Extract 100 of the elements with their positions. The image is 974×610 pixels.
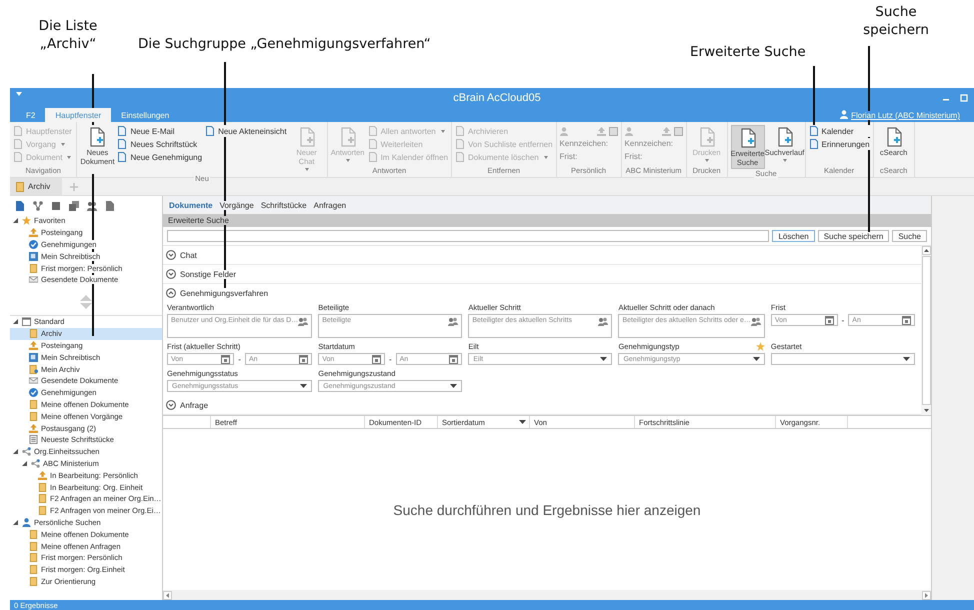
expander-icon[interactable] bbox=[166, 269, 176, 279]
expander-icon[interactable] bbox=[166, 288, 176, 298]
section-title: Anfrage bbox=[180, 400, 208, 410]
square-icon bbox=[608, 126, 618, 136]
square-icon bbox=[674, 126, 683, 136]
expander-icon[interactable] bbox=[21, 460, 28, 467]
calendar-icon[interactable] bbox=[902, 316, 912, 324]
document-icon[interactable] bbox=[105, 201, 115, 211]
expander-icon[interactable] bbox=[12, 518, 19, 526]
scroll-thumb[interactable] bbox=[922, 256, 930, 405]
star-icon[interactable] bbox=[756, 342, 765, 350]
field-label: Kennzeichen: bbox=[624, 138, 674, 150]
caret-icon[interactable] bbox=[450, 384, 458, 388]
network-icon[interactable] bbox=[33, 201, 43, 211]
document-icon bbox=[455, 139, 466, 149]
dropdown-field[interactable] bbox=[770, 353, 915, 365]
document-icon bbox=[117, 139, 128, 149]
upload-icon bbox=[29, 340, 38, 350]
field-label: Kennzeichen: bbox=[560, 138, 610, 150]
window-title: cBrain AcCloud05 bbox=[452, 92, 542, 104]
check-icon bbox=[29, 388, 38, 398]
document-icon bbox=[368, 126, 378, 136]
sort-icon bbox=[519, 420, 526, 424]
search-button[interactable]: Löschen bbox=[772, 230, 815, 242]
annotation-label: Die Suchgruppe „Genehmigungsverfahren“ bbox=[138, 36, 431, 54]
star-icon bbox=[22, 216, 31, 226]
square-icon[interactable] bbox=[51, 201, 61, 211]
network-icon bbox=[22, 447, 31, 456]
document-icon bbox=[29, 329, 38, 338]
copy-icon[interactable] bbox=[69, 201, 79, 211]
scrollbar[interactable] bbox=[921, 246, 931, 415]
empty-message: Suche durchführen und Ergebnisse hier anzeigen bbox=[393, 502, 701, 518]
leader-line bbox=[813, 66, 815, 126]
document-icon bbox=[29, 364, 38, 374]
envelope-icon bbox=[29, 376, 38, 386]
expander-icon[interactable] bbox=[166, 250, 176, 260]
caret-icon[interactable] bbox=[300, 384, 308, 388]
range-separator: - bbox=[842, 316, 844, 324]
expander-icon[interactable] bbox=[166, 400, 176, 410]
network-icon bbox=[31, 458, 40, 468]
check-icon bbox=[29, 240, 38, 249]
annotation-label: Die Liste „Archiv“ bbox=[38, 18, 98, 54]
calendar-icon[interactable] bbox=[824, 316, 834, 324]
document-icon bbox=[455, 152, 466, 162]
maximize-icon[interactable] bbox=[960, 94, 968, 102]
caret-icon[interactable] bbox=[903, 357, 910, 361]
upload-icon bbox=[596, 126, 606, 136]
window-icon bbox=[29, 352, 38, 362]
document-icon bbox=[29, 264, 38, 273]
document-icon bbox=[368, 152, 378, 162]
document-icon bbox=[808, 139, 819, 149]
document-icon bbox=[205, 126, 216, 136]
range-separator: - bbox=[238, 354, 241, 364]
list-icon bbox=[29, 435, 38, 444]
expander-icon[interactable] bbox=[12, 448, 19, 456]
section-title: Sonstige Felder bbox=[180, 270, 236, 278]
calendar-icon[interactable] bbox=[221, 354, 230, 364]
calendar-icon[interactable] bbox=[449, 354, 458, 364]
calendar-icon bbox=[22, 317, 31, 326]
calendar-icon[interactable] bbox=[299, 354, 308, 364]
ribbon-button[interactable]: Erinnerungen bbox=[808, 138, 870, 150]
range-separator: - bbox=[388, 354, 392, 364]
upload-icon bbox=[29, 228, 38, 238]
upload-icon bbox=[29, 424, 38, 433]
section-title: Chat bbox=[180, 250, 197, 260]
person-icon bbox=[560, 126, 568, 136]
caret-icon[interactable] bbox=[752, 357, 760, 361]
field-label: Frist: bbox=[624, 151, 644, 163]
document-icon bbox=[808, 126, 819, 136]
envelope-icon bbox=[29, 275, 38, 284]
document-icon bbox=[455, 126, 466, 136]
person-icon bbox=[840, 110, 848, 119]
caret-icon[interactable] bbox=[600, 357, 608, 361]
scrollbar[interactable] bbox=[163, 590, 931, 600]
expander-icon[interactable] bbox=[12, 217, 19, 224]
upload-icon bbox=[662, 126, 671, 136]
field-label: Frist: bbox=[560, 151, 578, 163]
scroll-up-icon[interactable] bbox=[922, 246, 930, 255]
section-title: Genehmigungsverfahren bbox=[180, 288, 268, 298]
search-field[interactable] bbox=[167, 230, 770, 242]
upload-icon bbox=[38, 470, 47, 480]
search-button[interactable]: Suche speichern bbox=[818, 230, 890, 242]
ribbon-button[interactable]: Kalender bbox=[808, 125, 870, 137]
document-icon bbox=[368, 139, 378, 149]
ribbon-button[interactable]: Neue Genehmigung bbox=[117, 151, 202, 163]
calendar-icon[interactable] bbox=[372, 354, 381, 364]
search-button[interactable]: Suche bbox=[892, 230, 927, 242]
document-icon bbox=[117, 152, 128, 162]
scroll-right-icon[interactable] bbox=[922, 590, 931, 600]
expander-icon[interactable] bbox=[12, 318, 19, 326]
person-icon bbox=[22, 518, 31, 527]
scroll-left-icon[interactable] bbox=[163, 590, 172, 600]
window-icon bbox=[29, 252, 38, 261]
document-icon bbox=[117, 126, 128, 136]
panel-header: Erweiterte Suche bbox=[168, 216, 229, 225]
person-icon bbox=[624, 126, 633, 136]
annotation-label: Erweiterte Suche bbox=[690, 44, 806, 62]
document-tab[interactable]: Archiv bbox=[10, 178, 62, 195]
ribbon-button[interactable]: Neue Akteneinsicht bbox=[205, 125, 287, 137]
annotation-label: Suche speichern bbox=[862, 4, 930, 40]
